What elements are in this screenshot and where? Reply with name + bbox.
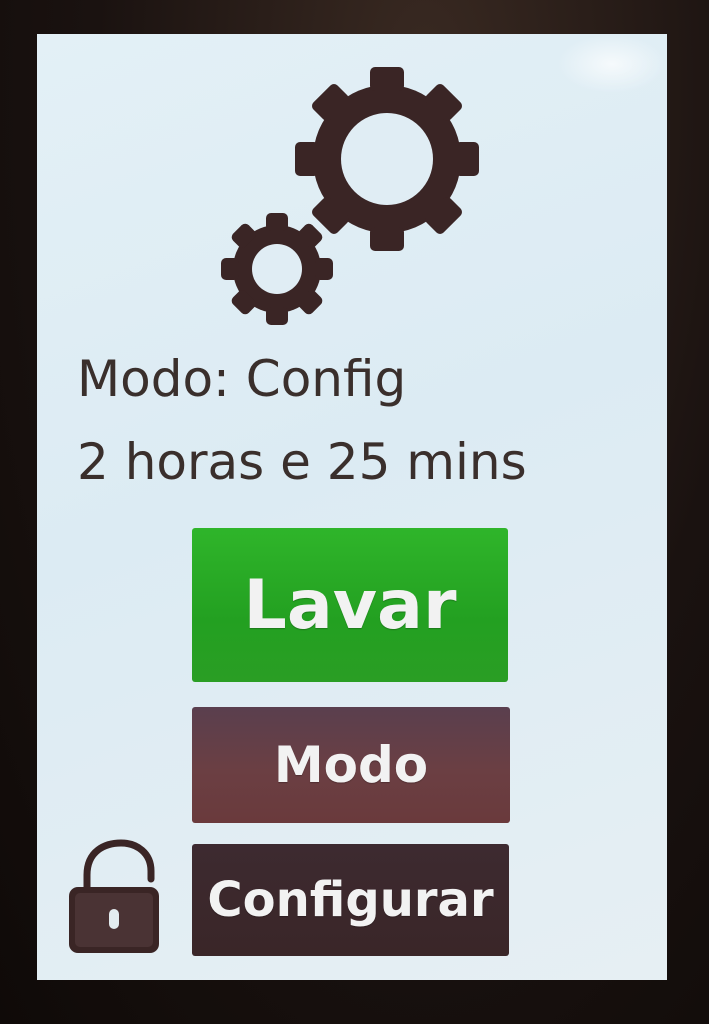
unlocked-padlock-icon[interactable] bbox=[65, 839, 165, 957]
small-gear-icon bbox=[221, 213, 333, 325]
large-gear-icon bbox=[295, 67, 479, 251]
wash-button[interactable]: Lavar bbox=[192, 528, 508, 682]
screen-glare bbox=[557, 34, 667, 94]
time-remaining-text: 2 horas e 25 mins bbox=[77, 433, 527, 491]
mode-status-text: Modo: Config bbox=[77, 350, 407, 408]
mode-button[interactable]: Modo bbox=[192, 707, 510, 823]
configure-button[interactable]: Configurar bbox=[192, 844, 509, 956]
gears-icon bbox=[221, 67, 479, 325]
touch-screen: Modo: Config 2 horas e 25 mins Lavar Mod… bbox=[37, 34, 667, 980]
